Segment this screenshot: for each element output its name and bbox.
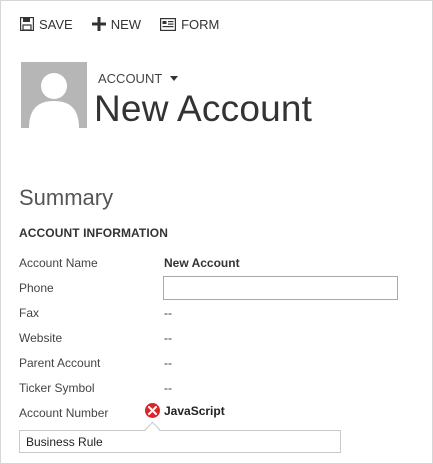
field-label-phone: Phone xyxy=(19,281,54,295)
person-icon xyxy=(29,73,79,128)
ticker-symbol-value[interactable]: -- xyxy=(164,381,172,395)
page-title: New Account xyxy=(94,88,313,129)
save-icon xyxy=(20,17,34,31)
command-bar: SAVE NEW FORM xyxy=(20,14,238,34)
field-label-website: Website xyxy=(19,331,63,345)
avatar[interactable] xyxy=(21,62,87,128)
save-button[interactable]: SAVE xyxy=(20,17,73,32)
error-icon xyxy=(145,403,160,418)
fax-value[interactable]: -- xyxy=(164,306,172,320)
account-name-value[interactable]: New Account xyxy=(164,256,240,270)
error-text: JavaScript xyxy=(164,403,225,418)
field-label-account-name: Account Name xyxy=(19,256,98,270)
error-notification: JavaScript xyxy=(145,403,225,418)
phone-field[interactable] xyxy=(163,276,398,300)
form-label: FORM xyxy=(181,16,220,32)
entity-type-label: ACCOUNT xyxy=(98,71,163,86)
save-label: SAVE xyxy=(39,16,73,32)
business-rule-tooltip: Business Rule xyxy=(19,430,341,453)
field-label-account-number: Account Number xyxy=(19,406,109,420)
new-button[interactable]: NEW xyxy=(91,16,142,32)
field-label-parent-account: Parent Account xyxy=(19,356,101,370)
plus-icon xyxy=(91,17,106,31)
chevron-down-icon xyxy=(170,76,179,81)
parent-account-value[interactable]: -- xyxy=(164,356,172,370)
form-button[interactable]: FORM xyxy=(160,17,219,32)
entity-type-selector[interactable]: ACCOUNT xyxy=(98,71,179,86)
new-label: NEW xyxy=(110,16,142,32)
form-icon xyxy=(160,17,177,31)
field-label-ticker-symbol: Ticker Symbol xyxy=(19,381,95,395)
field-label-fax: Fax xyxy=(19,306,40,320)
business-rule-text: Business Rule xyxy=(26,435,103,449)
tab-title: Summary xyxy=(19,185,114,210)
section-title: ACCOUNT INFORMATION xyxy=(19,226,168,240)
website-value[interactable]: -- xyxy=(164,331,172,345)
